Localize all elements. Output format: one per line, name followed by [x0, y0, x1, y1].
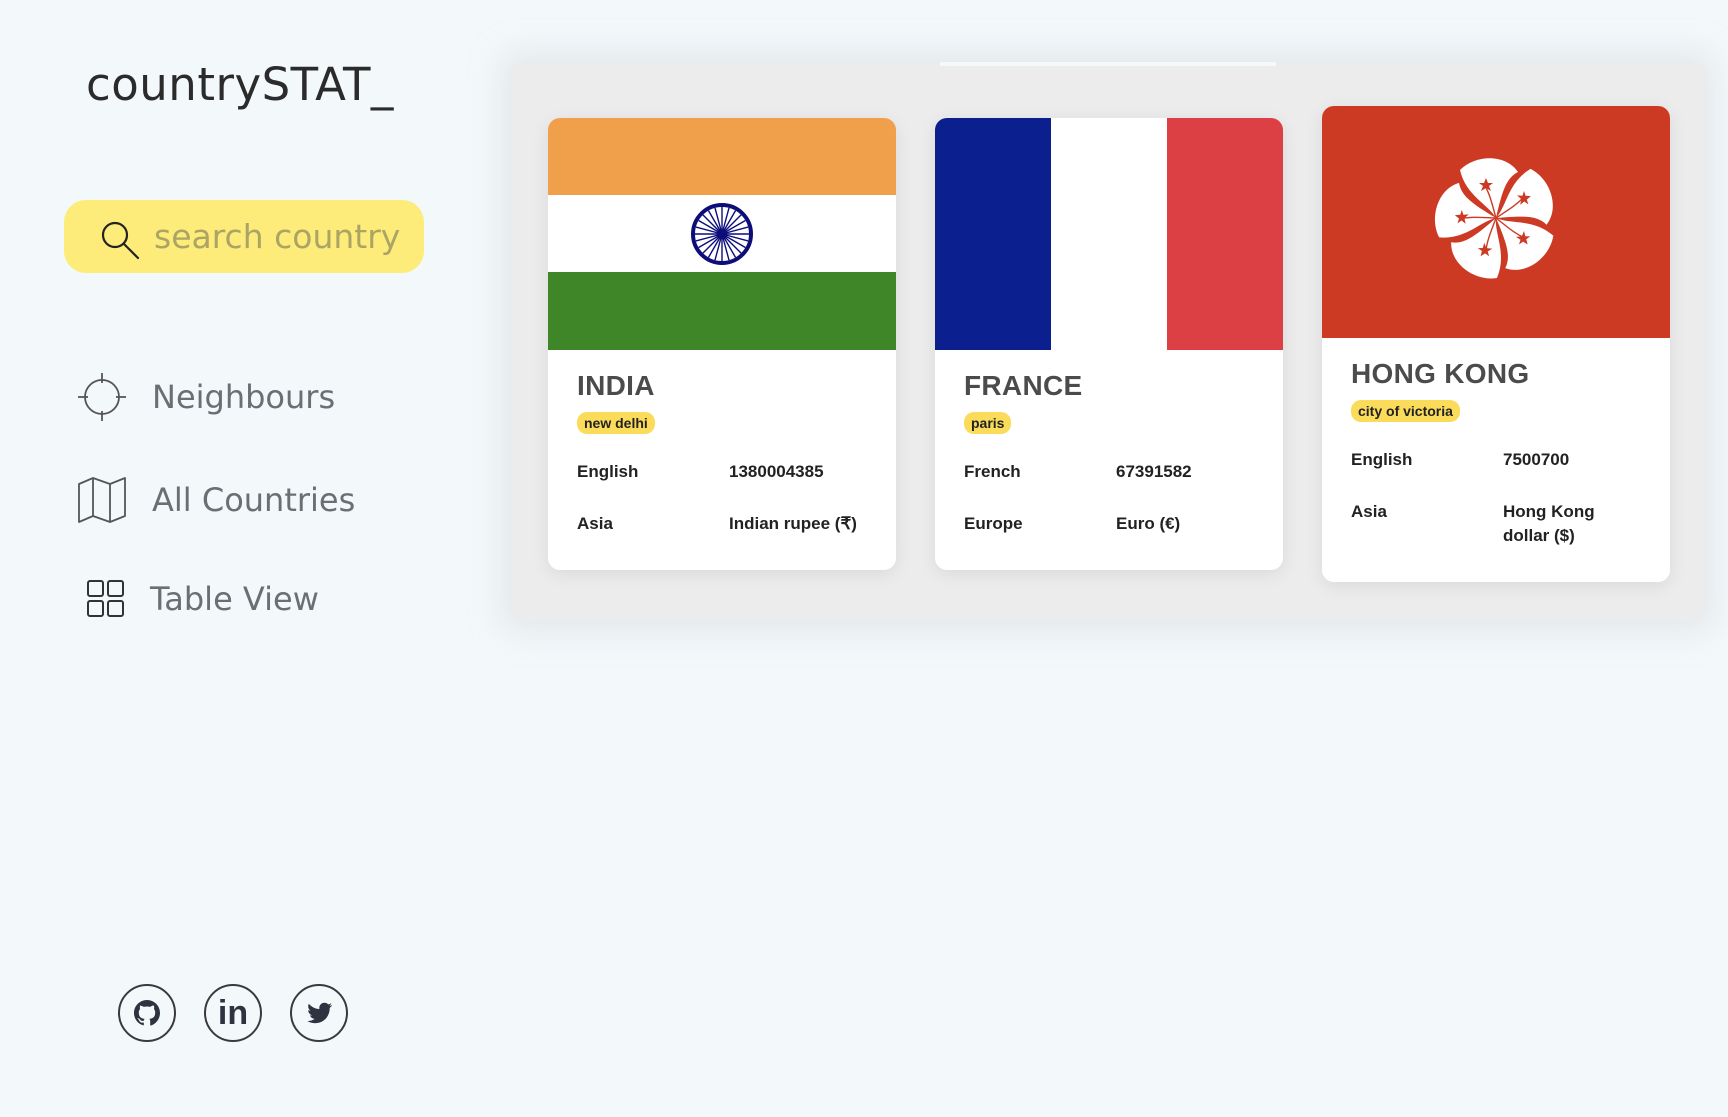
currency: Euro (€) — [1116, 514, 1181, 533]
language: English — [577, 462, 639, 481]
india-flag — [548, 118, 896, 350]
hong-kong-flag — [1322, 106, 1670, 338]
app-logo[interactable]: countrySTAT_ — [86, 58, 394, 111]
region: Asia — [577, 514, 613, 533]
capital-badge: paris — [964, 412, 1012, 434]
currency: Hong Kong dollar ($) — [1503, 502, 1595, 545]
capital-badge: city of victoria — [1351, 400, 1460, 422]
language: English — [1351, 450, 1413, 469]
crosshair-icon — [78, 373, 126, 421]
population: 1380004385 — [729, 462, 824, 481]
population: 67391582 — [1116, 462, 1192, 481]
country-name: INDIA — [577, 370, 655, 401]
twitter-icon — [307, 1002, 333, 1024]
github-icon — [134, 1000, 160, 1026]
language: French — [964, 462, 1021, 481]
country-name: FRANCE — [964, 370, 1083, 401]
linkedin-link[interactable]: in — [204, 984, 262, 1042]
github-link[interactable] — [118, 984, 176, 1042]
sidebar: countrySTAT_ Neighbours All Countries — [0, 0, 470, 1117]
map-icon — [78, 477, 126, 523]
nav-item-all-countries[interactable]: All Countries — [76, 472, 355, 528]
country-name: HONG KONG — [1351, 358, 1530, 389]
country-info: English 7500700 Asia Hong Kong dollar ($… — [1351, 448, 1641, 548]
region: Asia — [1351, 502, 1387, 521]
panel-tab-indicator — [940, 62, 1276, 66]
nav-item-neighbours[interactable]: Neighbours — [76, 369, 335, 425]
nav-label-table-view: Table View — [150, 580, 319, 618]
twitter-link[interactable] — [290, 984, 348, 1042]
country-card-hong-kong[interactable]: HONG KONG city of victoria English 75007… — [1322, 106, 1670, 582]
country-info: English 1380004385 Asia Indian rupee (₹) — [577, 460, 867, 536]
linkedin-icon: in — [217, 994, 249, 1032]
nav-label-all-countries: All Countries — [152, 481, 356, 519]
country-info: French 67391582 Europe Euro (€) — [964, 460, 1254, 536]
search-box[interactable] — [64, 200, 424, 273]
search-icon — [101, 221, 140, 260]
country-card-france[interactable]: FRANCE paris French 67391582 Europe Euro… — [935, 118, 1283, 570]
currency: Indian rupee (₹) — [729, 514, 857, 533]
grid-icon — [87, 580, 124, 617]
capital-badge: new delhi — [577, 412, 655, 434]
social-links: in — [118, 984, 376, 1042]
nav-item-table-view[interactable]: Table View — [76, 571, 319, 627]
search-input[interactable] — [150, 212, 414, 260]
population: 7500700 — [1503, 450, 1570, 469]
nav-label-neighbours: Neighbours — [152, 378, 336, 416]
country-card-india[interactable]: INDIA new delhi English 1380004385 Asia … — [548, 118, 896, 570]
france-flag — [935, 118, 1283, 350]
region: Europe — [964, 514, 1023, 533]
